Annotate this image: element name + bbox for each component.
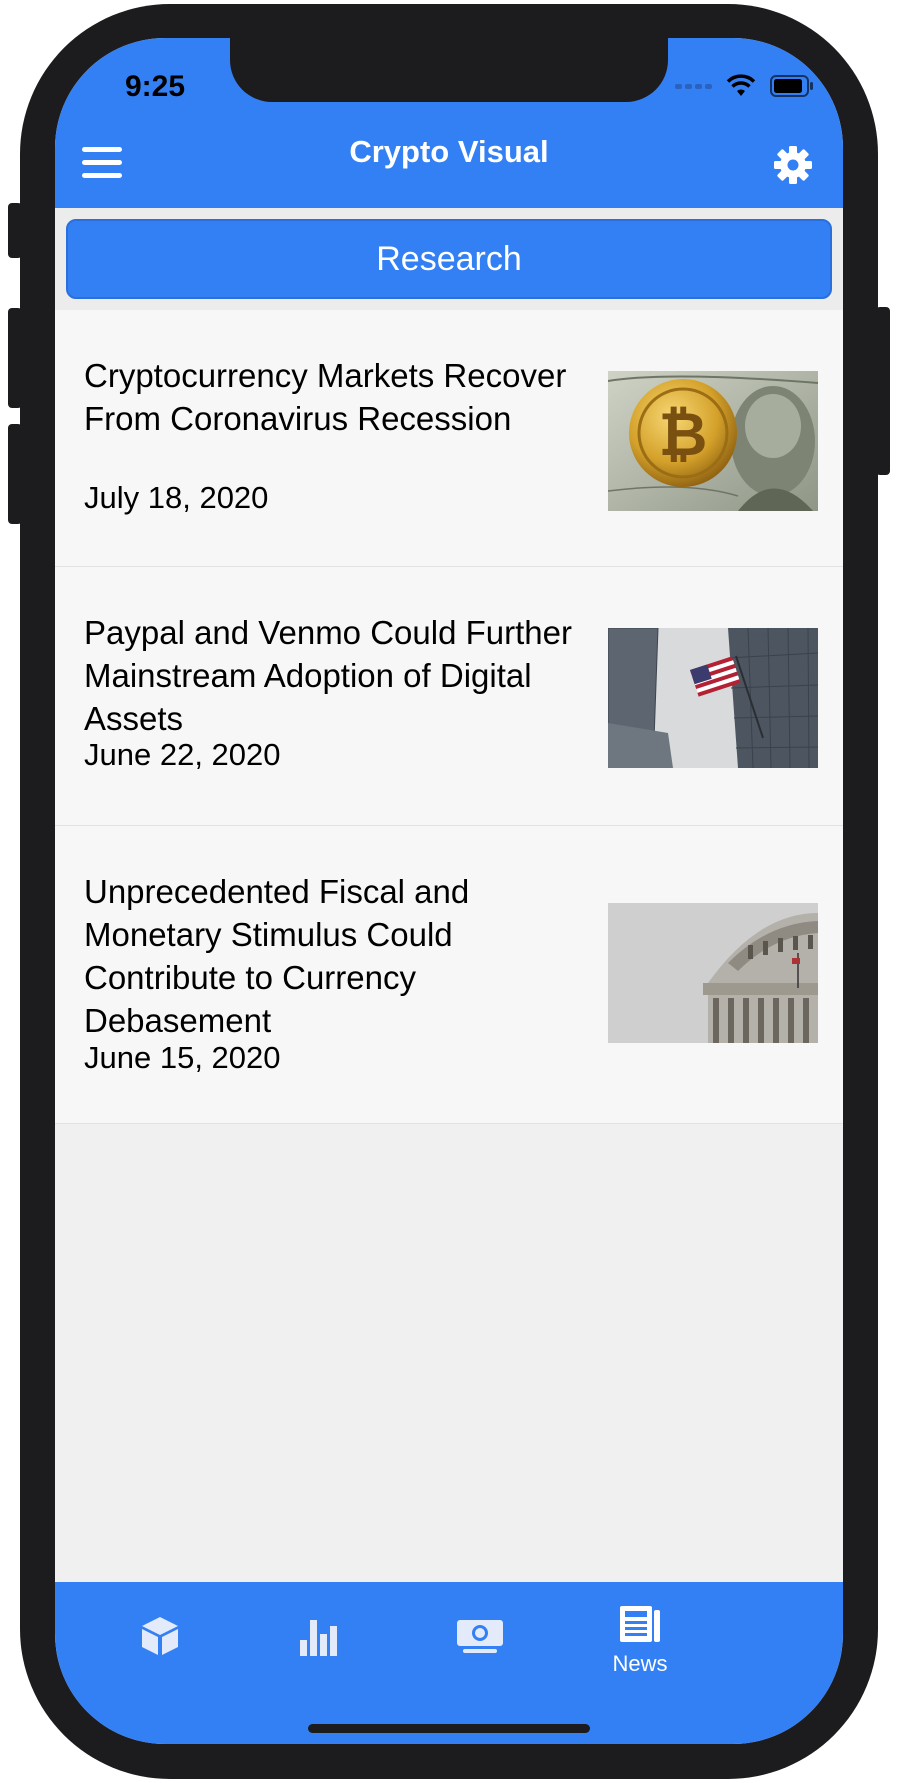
news-item-title: Paypal and Venmo Could Further Mainstrea… [84,614,572,737]
home-indicator [308,1724,590,1733]
app-screen: 9:25 Crypto Visual Research Cryptocurren… [55,38,843,1744]
tab-news-label: News [612,1651,668,1676]
page-title: Crypto Visual [349,134,549,169]
volume-up-button [8,308,22,408]
power-button [876,307,890,475]
status-time: 9:25 [125,70,186,103]
cube-icon [142,1617,178,1655]
newspaper-icon [620,1606,660,1642]
money-icon [457,1620,503,1653]
tab-money[interactable] [420,1604,540,1684]
news-item[interactable]: Cryptocurrency Markets Recover From Coro… [55,310,843,567]
news-item-title: Cryptocurrency Markets Recover From Coro… [84,357,567,437]
app-header: 9:25 Crypto Visual [55,38,843,208]
tab-cube[interactable] [100,1604,220,1684]
status-icons [675,72,814,100]
news-item-date: June 22, 2020 [84,737,281,772]
tab-bar: News [55,1582,843,1744]
battery-icon [770,75,813,97]
bitcoin-on-dollar-image: ₿ [608,371,818,511]
svg-text:₿: ₿ [659,400,708,470]
wifi-icon [726,74,756,96]
news-item-date: June 15, 2020 [84,1040,281,1075]
capitol-dome-image [608,903,818,1043]
bar-chart-icon [300,1620,337,1656]
gear-icon[interactable] [773,145,813,185]
news-item[interactable]: Unprecedented Fiscal and Monetary Stimul… [55,826,843,1124]
us-flag-building-image [608,628,818,768]
notch [230,38,668,102]
volume-down-button [8,424,22,524]
signal-icon [675,83,712,89]
tab-charts[interactable] [260,1604,380,1684]
news-list: Cryptocurrency Markets Recover From Coro… [55,310,843,1124]
mute-switch [8,203,22,258]
research-button[interactable]: Research [66,219,832,299]
news-item[interactable]: Paypal and Venmo Could Further Mainstrea… [55,567,843,826]
research-bar: Research [55,208,843,310]
news-item-title: Unprecedented Fiscal and Monetary Stimul… [84,873,470,1039]
news-item-date: July 18, 2020 [84,480,269,515]
tab-news[interactable]: News [580,1604,700,1684]
